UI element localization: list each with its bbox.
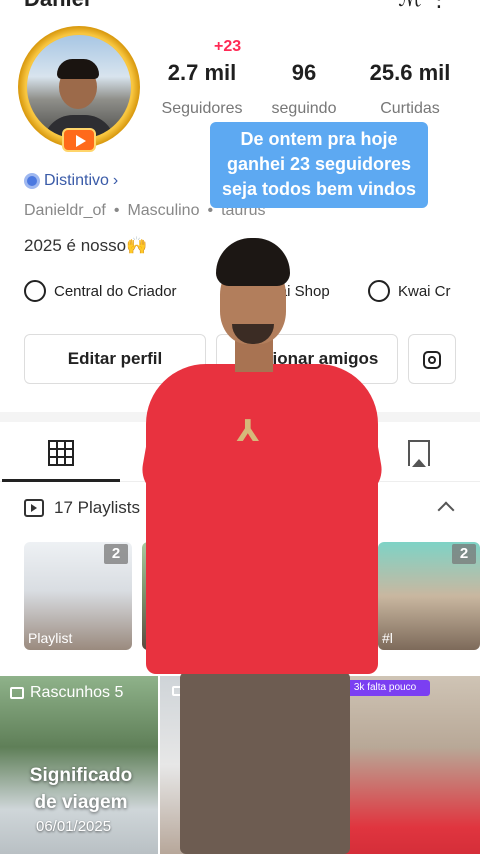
- draft-date: 06/01/2025: [36, 818, 112, 835]
- gender: Masculino: [127, 202, 200, 219]
- header-icons[interactable]: ℳ ⋮: [398, 0, 450, 12]
- shirt-logo-icon: ⅄: [236, 415, 260, 448]
- drafts-icon: [10, 687, 24, 699]
- bolt-icon: [24, 280, 46, 302]
- likes-count: 25.6 mil: [369, 60, 451, 85]
- badge-icon: [24, 173, 40, 189]
- kwai-cr-label: Kwai Cr: [398, 282, 451, 300]
- followers-label: Seguidores: [161, 100, 243, 117]
- playlist-caption: #l: [382, 630, 393, 646]
- drafts-label: Rascunhos 5: [10, 684, 123, 702]
- overlay-person: ⅄: [138, 238, 386, 854]
- stat-followers[interactable]: 2.7 mil Seguidores: [154, 60, 250, 118]
- playlist-caption: Playlist: [28, 630, 73, 646]
- chevron-up-icon[interactable]: [437, 501, 455, 519]
- instagram-button[interactable]: [408, 334, 456, 384]
- likes-label: Curtidas: [380, 100, 440, 117]
- grid-tab-icon[interactable]: [48, 440, 74, 466]
- following-count: 96: [291, 60, 317, 85]
- followers-count: 2.7 mil: [167, 60, 237, 85]
- playlists-header[interactable]: 17 Playlists: [24, 498, 140, 518]
- avatar[interactable]: [18, 26, 140, 152]
- profile-stats: 2.7 mil Seguidores 96 seguindo 25.6 mil …: [150, 60, 470, 120]
- badge-link[interactable]: Distintivo ›: [24, 172, 118, 190]
- playlist-count: 2: [104, 544, 128, 564]
- chevron-right-icon: ›: [112, 172, 119, 189]
- playlist-icon: [24, 499, 44, 517]
- overlay-caption: De ontem pra hoje ganhei 23 seguidores s…: [210, 122, 428, 208]
- playlist-count: 2: [452, 544, 476, 564]
- instagram-icon: [423, 350, 441, 369]
- playlist-card[interactable]: 2 #l: [378, 542, 480, 650]
- badge-label: Distintivo: [44, 172, 109, 189]
- live-badge-icon: [62, 128, 96, 152]
- bio: 2025 é nosso🙌: [24, 236, 148, 255]
- avatar-photo: [27, 35, 131, 139]
- draft-title: Significado de viagem: [29, 765, 133, 813]
- active-tab-indicator: [2, 479, 120, 482]
- bookmark-tab-icon[interactable]: [408, 440, 430, 467]
- playlists-count: 17 Playlists: [54, 498, 140, 517]
- stat-following[interactable]: 96 seguindo: [262, 60, 346, 118]
- profile-name: Daniel: [24, 0, 90, 12]
- playlist-card[interactable]: 2 Playlist: [24, 542, 132, 650]
- followers-delta: +23: [214, 38, 242, 55]
- handle: Danieldr_of: [24, 202, 106, 219]
- stat-likes[interactable]: 25.6 mil Curtidas: [356, 60, 464, 118]
- kwai-cr-link[interactable]: Kwai Cr: [368, 280, 451, 302]
- following-label: seguindo: [271, 100, 337, 117]
